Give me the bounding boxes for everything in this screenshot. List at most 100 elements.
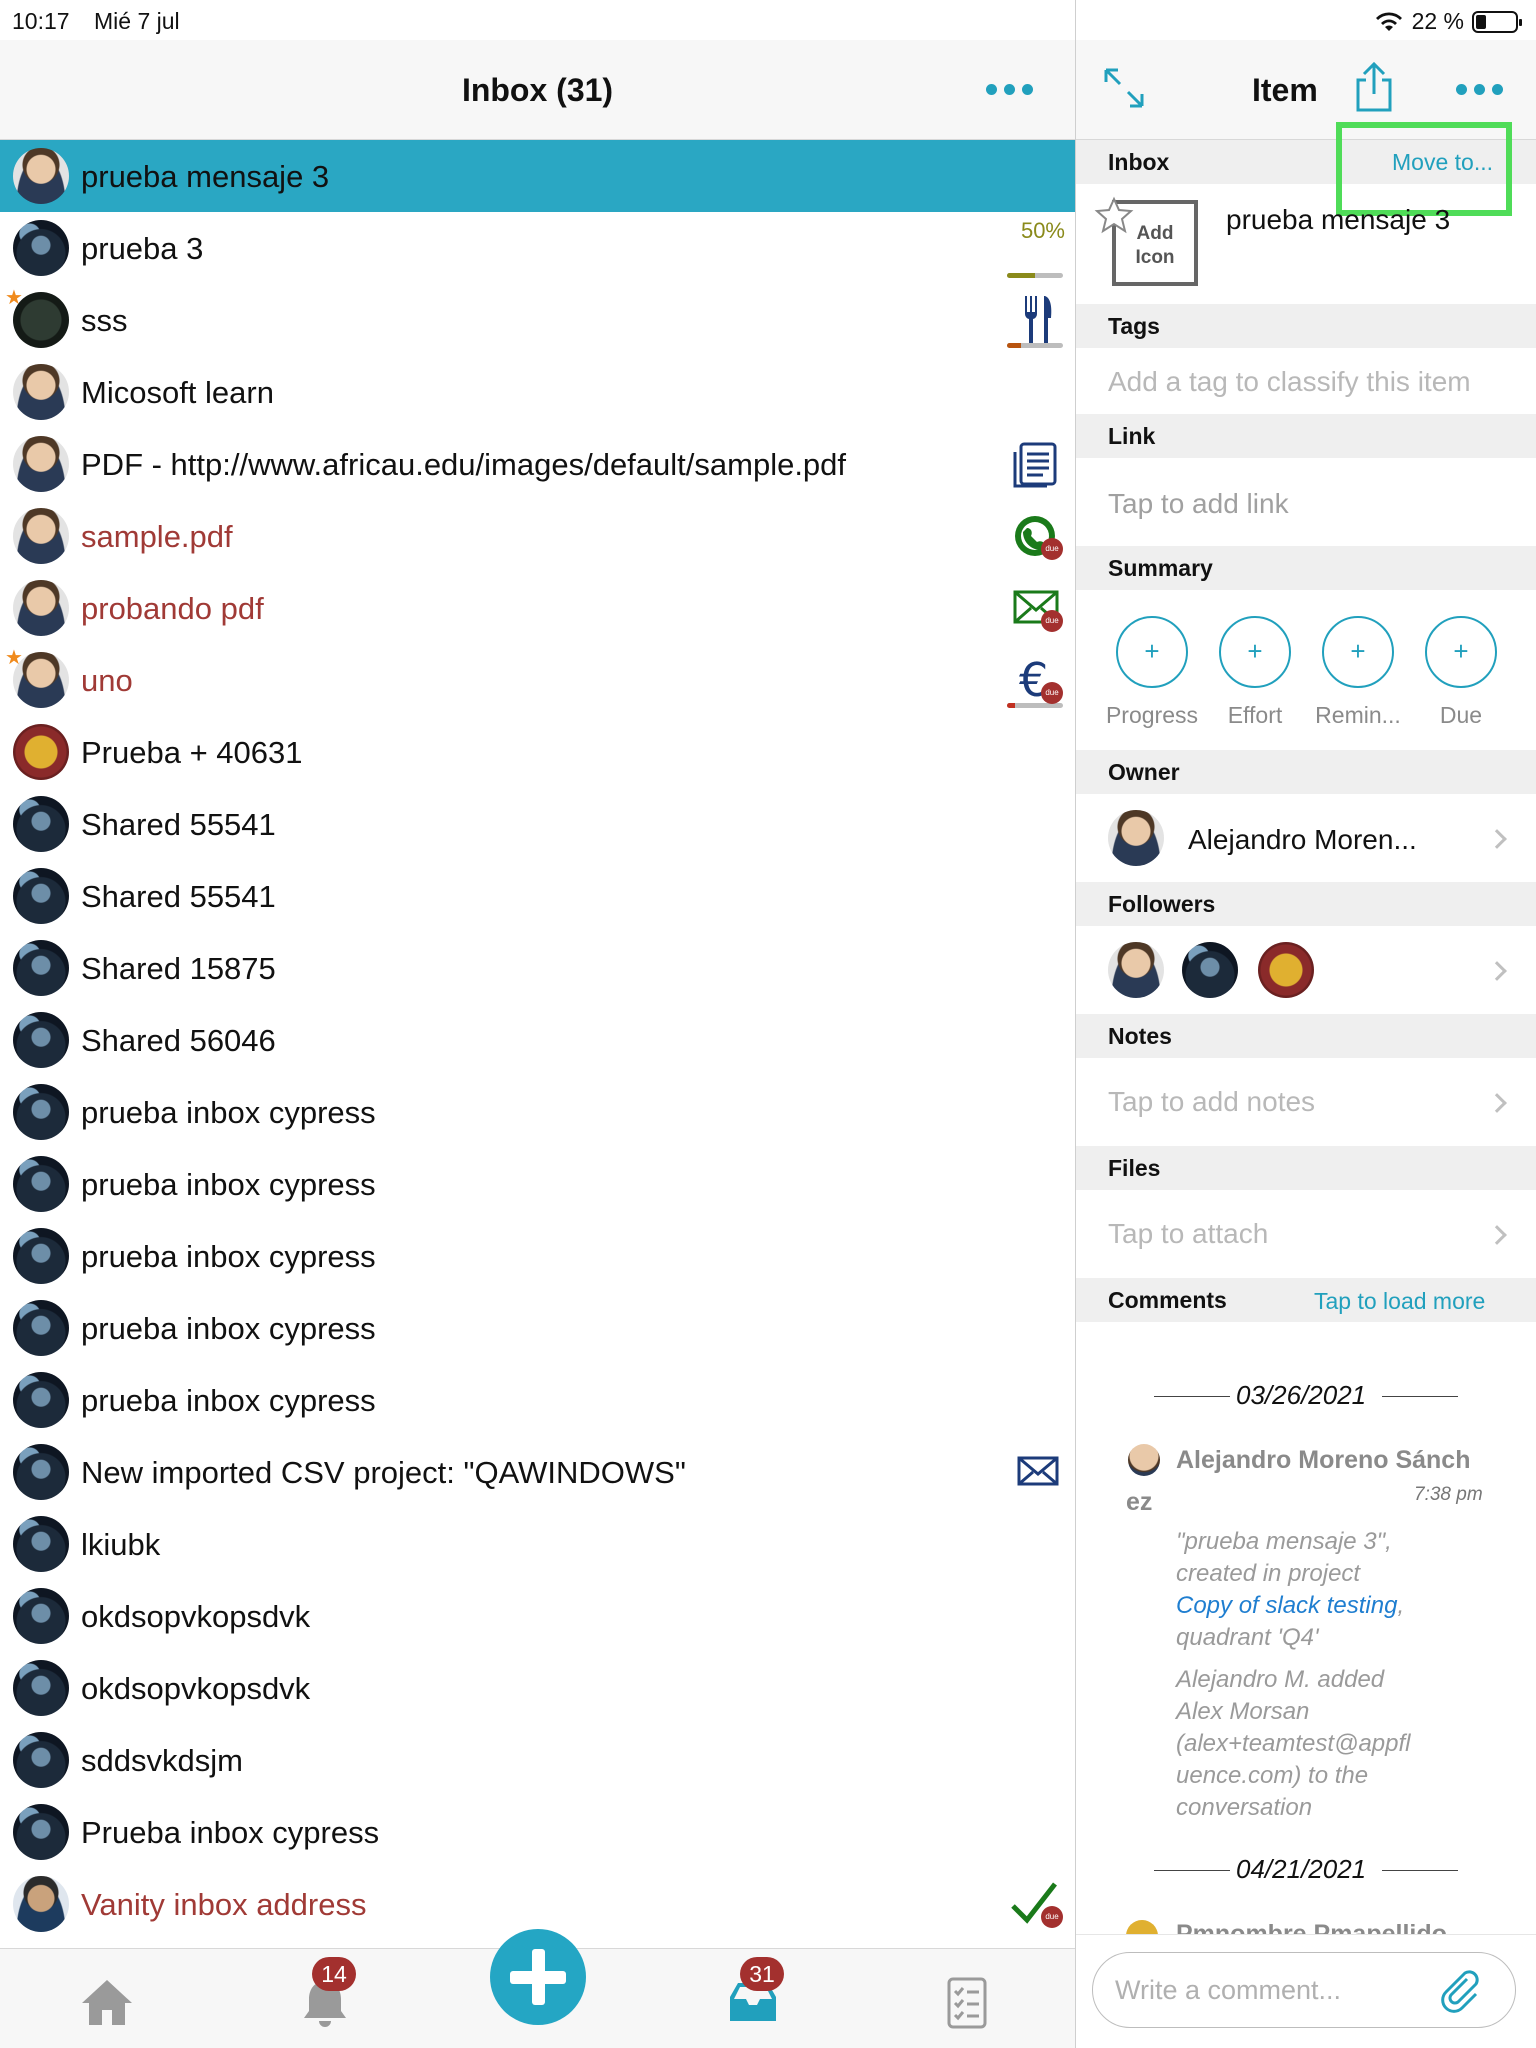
summary-label: Summary: [1108, 555, 1213, 581]
list-item[interactable]: ★ uno € due: [0, 644, 1075, 716]
comment-input[interactable]: Write a comment...: [1092, 1952, 1516, 2028]
due-badge: due: [1041, 682, 1063, 704]
load-more-link[interactable]: Tap to load more: [1314, 1288, 1485, 1315]
avatar: [13, 1660, 69, 1716]
list-item[interactable]: okdsopvkopsdvk: [0, 1652, 1075, 1724]
progress-button[interactable]: +: [1116, 616, 1188, 688]
list-item[interactable]: Shared 55541: [0, 860, 1075, 932]
list-item-title: prueba inbox cypress: [81, 1383, 376, 1418]
list-item-title: New imported CSV project: "QAWINDOWS": [81, 1455, 686, 1490]
tags-section-header: Tags: [1076, 304, 1536, 348]
add-button[interactable]: [490, 1929, 586, 2025]
list-item[interactable]: sample.pdf due: [0, 500, 1075, 572]
item-more-icon[interactable]: [1456, 84, 1503, 95]
inbox-list: prueba mensaje 3 prueba 3 50% ★ sss Micosoft …: [0, 140, 1075, 1940]
list-item[interactable]: prueba inbox cypress: [0, 1220, 1075, 1292]
project-link[interactable]: Copy of slack testing: [1176, 1592, 1397, 1619]
files-row[interactable]: Tap to attach: [1076, 1190, 1536, 1278]
list-item[interactable]: prueba inbox cypress: [0, 1364, 1075, 1436]
list-item[interactable]: Shared 55541: [0, 788, 1075, 860]
link-input[interactable]: Tap to add link: [1108, 488, 1289, 520]
inbox-pane: Inbox (31) prueba mensaje 3 prueba 3 50% ★ s…: [0, 0, 1075, 2048]
due-button[interactable]: +: [1425, 616, 1497, 688]
avatar: [13, 796, 69, 852]
star-icon[interactable]: [1094, 196, 1134, 236]
item-name[interactable]: prueba mensaje 3: [1226, 204, 1450, 236]
date-divider-line: [1154, 1396, 1230, 1397]
list-item[interactable]: lkiubk: [0, 1508, 1075, 1580]
euro-icon: € due: [1007, 650, 1067, 710]
list-item-title: Prueba + 40631: [81, 735, 303, 770]
checklist-icon: [947, 1977, 987, 2029]
list-item[interactable]: PDF - http://www.africau.edu/images/defa…: [0, 428, 1075, 500]
expand-icon[interactable]: [1102, 66, 1146, 110]
owner-avatar: [1108, 810, 1164, 866]
paperclip-icon[interactable]: [1437, 1967, 1485, 2015]
progress-label: Progress: [1105, 702, 1199, 728]
list-item-title: okdsopvkopsdvk: [81, 1671, 311, 1706]
list-item[interactable]: ★ sss: [0, 284, 1075, 356]
list-item[interactable]: Prueba + 40631: [0, 716, 1075, 788]
comment-author: Pmnombre Pmapellido: [1176, 1920, 1447, 1934]
owner-name: Alejandro Moren...: [1188, 824, 1417, 855]
avatar: [13, 1876, 69, 1932]
list-item[interactable]: Shared 56046: [0, 1004, 1075, 1076]
list-item-title: uno: [81, 663, 133, 698]
inbox-section-label: Inbox: [1108, 149, 1170, 175]
star-icon: ★: [5, 647, 23, 669]
envelope-icon: due: [1007, 578, 1067, 638]
notes-input: Tap to add notes: [1108, 1086, 1316, 1117]
tags-input[interactable]: Add a tag to classify this item: [1108, 366, 1471, 398]
files-input: Tap to attach: [1108, 1218, 1269, 1249]
tab-bar: 14 31: [0, 1929, 1075, 2048]
list-item-title: lkiubk: [81, 1527, 161, 1562]
followers-label: Followers: [1108, 891, 1216, 917]
list-item[interactable]: New imported CSV project: "QAWINDOWS": [0, 1436, 1075, 1508]
avatar: [13, 1156, 69, 1212]
list-item-title: Prueba inbox cypress: [81, 1815, 380, 1850]
list-item[interactable]: Shared 15875: [0, 932, 1075, 1004]
list-item[interactable]: prueba inbox cypress: [0, 1148, 1075, 1220]
list-item[interactable]: prueba mensaje 3: [0, 140, 1075, 212]
list-item[interactable]: probando pdf due: [0, 572, 1075, 644]
home-tab[interactable]: [72, 1967, 142, 2037]
effort-button[interactable]: +: [1219, 616, 1291, 688]
avatar: [13, 1372, 69, 1428]
list-item[interactable]: prueba 3 50%: [0, 212, 1075, 284]
notes-row[interactable]: Tap to add notes: [1076, 1058, 1536, 1146]
inbox-more-icon[interactable]: [986, 84, 1033, 95]
owner-row[interactable]: Alejandro Moren...: [1076, 794, 1536, 882]
tasks-tab[interactable]: [932, 1967, 1002, 2037]
followers-row[interactable]: [1076, 926, 1536, 1014]
avatar: [13, 364, 69, 420]
list-item[interactable]: Micosoft learn: [0, 356, 1075, 428]
due-label: Due: [1439, 702, 1483, 728]
list-item[interactable]: sddsvkdsjm: [0, 1724, 1075, 1796]
comment-body: "prueba mensaje 3", created in project C…: [1176, 1528, 1411, 1821]
avatar: [13, 1084, 69, 1140]
item-detail-pane: Item Inbox Move to... Add Icon prueba me…: [1076, 0, 1536, 2048]
list-item-title: prueba inbox cypress: [81, 1095, 376, 1130]
notes-label: Notes: [1108, 1023, 1172, 1049]
inbox-header: Inbox (31): [0, 40, 1075, 140]
list-item-title: sddsvkdsjm: [81, 1743, 243, 1778]
list-item-title: Shared 56046: [81, 1023, 276, 1058]
notifications-tab[interactable]: 14: [290, 1957, 360, 2037]
inbox-title: Inbox (31): [461, 72, 614, 108]
list-item[interactable]: prueba inbox cypress: [0, 1076, 1075, 1148]
list-item[interactable]: Prueba inbox cypress: [0, 1796, 1075, 1868]
list-item[interactable]: prueba inbox cypress: [0, 1292, 1075, 1364]
avatar: [13, 1588, 69, 1644]
notifications-badge: 14: [312, 1957, 356, 1991]
list-item[interactable]: okdsopvkopsdvk: [0, 1580, 1075, 1652]
share-icon[interactable]: [1352, 60, 1396, 114]
inbox-tab[interactable]: 31: [718, 1957, 788, 2037]
comment-author: Alejandro Moreno Sánch: [1176, 1446, 1471, 1474]
reminder-button[interactable]: +: [1322, 616, 1394, 688]
avatar: [13, 436, 69, 492]
envelope-blue-icon: [1007, 1442, 1067, 1502]
avatar: [13, 1516, 69, 1572]
list-item-title: Shared 15875: [81, 951, 276, 986]
avatar: [13, 1228, 69, 1284]
list-item-title: prueba inbox cypress: [81, 1167, 376, 1202]
